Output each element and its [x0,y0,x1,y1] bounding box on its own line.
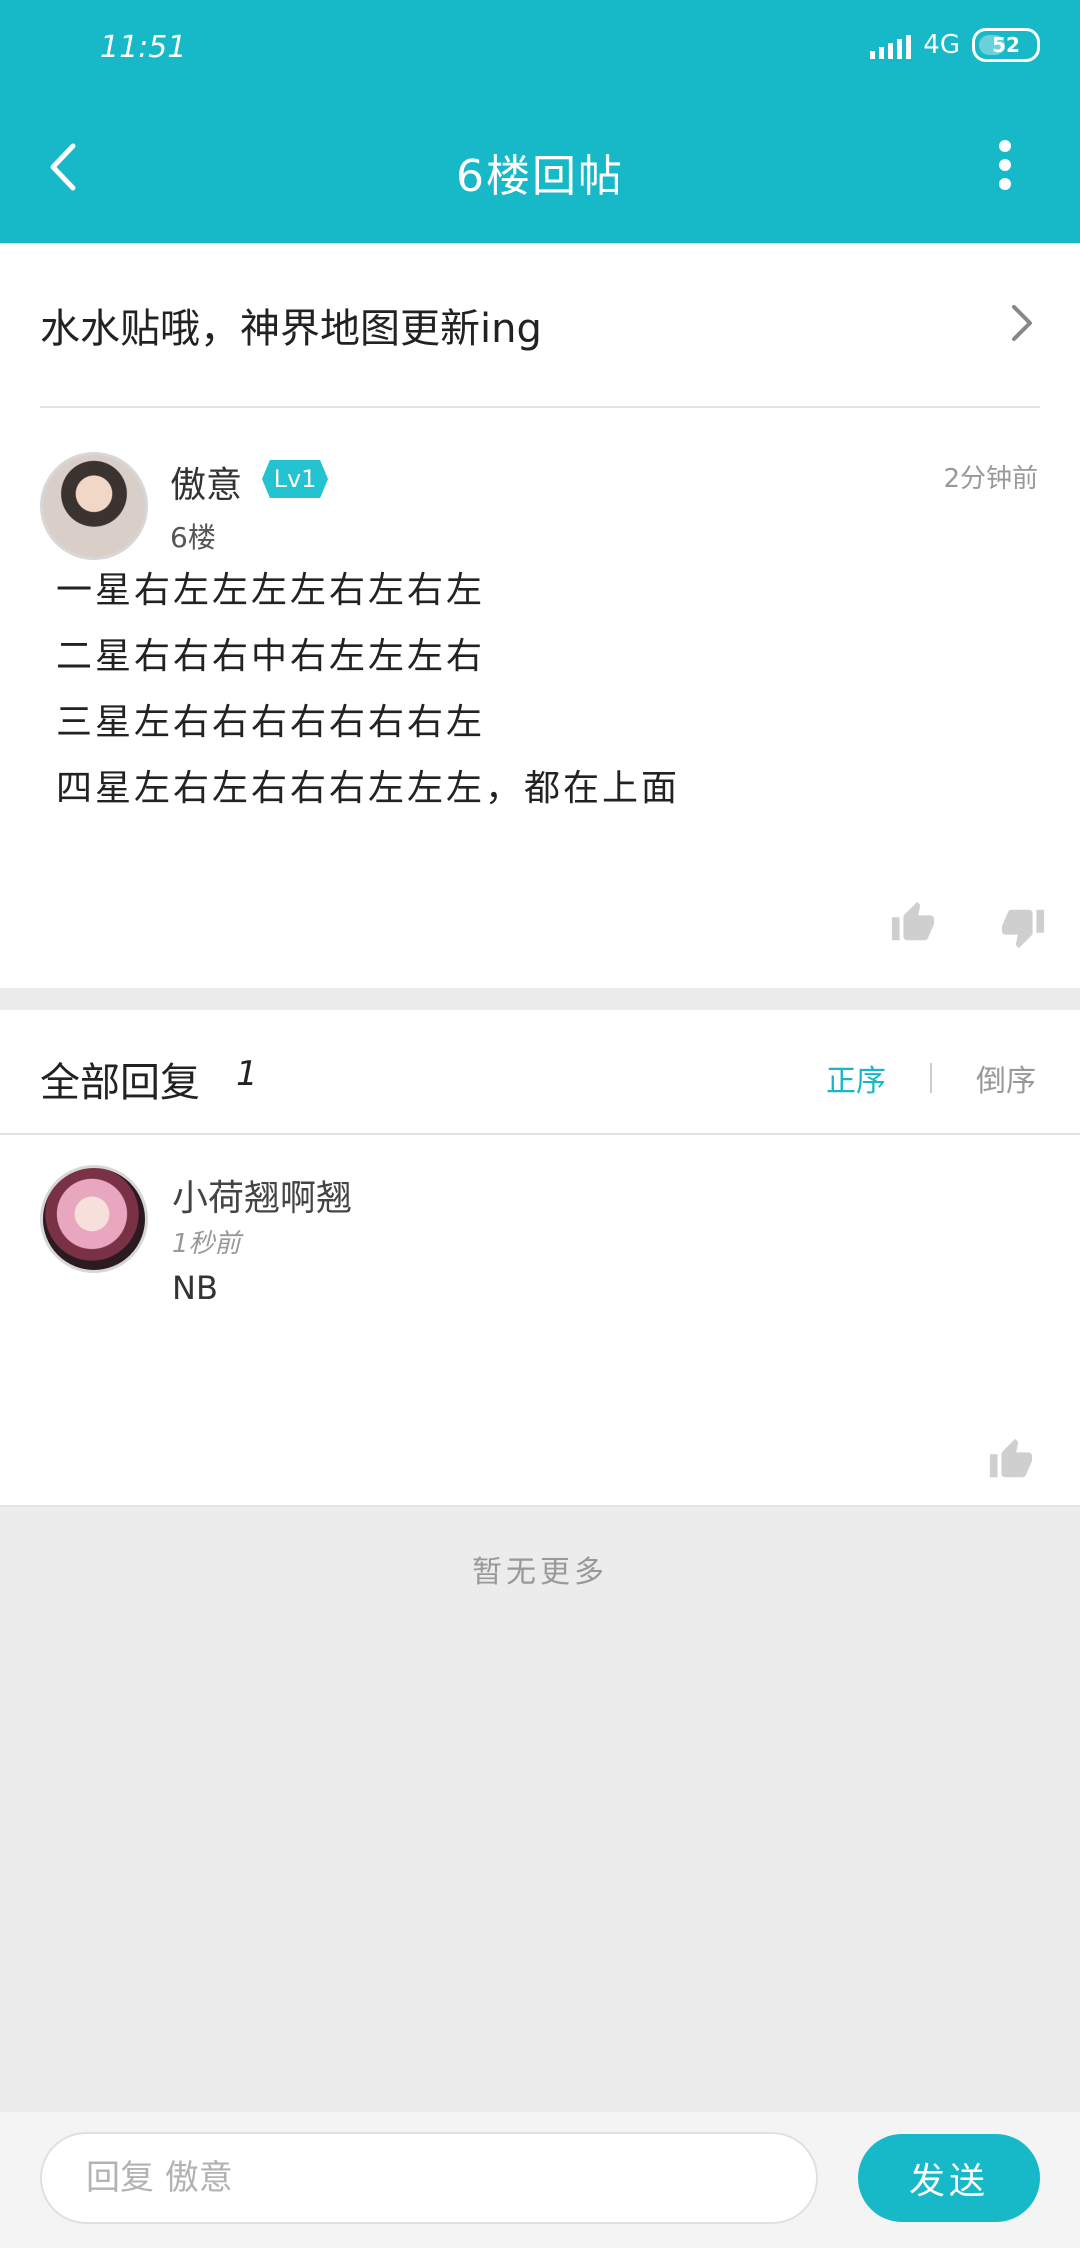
sort-divider [930,1063,932,1093]
app-header: 11:51 4G 52 6楼回帖 [0,0,1080,243]
thread-link[interactable]: 水水贴哦，神界地图更新ing [40,243,1040,408]
reply-bar: 发送 [0,2112,1080,2248]
status-indicators: 4G 52 [870,28,1040,62]
thread-section: 水水贴哦，神界地图更新ing 傲意 Lv1 6楼 2分钟前 一星右左左左左右左右… [0,243,1080,988]
replies-header: 全部回复 1 正序 倒序 [0,1010,1080,1135]
reply-input[interactable] [40,2132,818,2224]
floor-post: 傲意 Lv1 6楼 2分钟前 一星右左左左左右左右左 二星右右右中右左左左右 三… [0,408,1080,988]
post-line: 二星右右右中右左左左右 [56,636,486,677]
post-username[interactable]: 傲意 [170,456,242,508]
page-title: 6楼回帖 [456,151,624,202]
network-type: 4G [923,30,960,60]
thumb-up-icon[interactable] [890,900,936,946]
sort-toggle: 正序 倒序 [826,1056,1036,1100]
page: 11:51 4G 52 6楼回帖 水水贴哦，神界地图更新ing 傲意 Lv1 6… [0,0,1080,2248]
thumb-up-icon[interactable] [988,1437,1034,1483]
signal-icon [870,31,912,59]
level-badge: Lv1 [262,460,328,498]
avatar[interactable] [40,1165,148,1273]
section-gap [0,988,1080,1010]
status-time: 11:51 [100,30,187,65]
replies-section: 全部回复 1 正序 倒序 小荷翘啊翘 1秒前 NB [0,1010,1080,1507]
battery-level: 52 [992,33,1020,57]
replies-label: 全部回复 [40,1060,200,1106]
sort-asc-button[interactable]: 正序 [826,1056,886,1100]
reply-username[interactable]: 小荷翘啊翘 [172,1169,352,1221]
post-body: 一星右左左左左右左右左 二星右右右中右左左左右 三星左右右右右右右右左 四星左右… [56,558,680,822]
reply-text: NB [172,1269,218,1307]
thumb-down-icon[interactable] [1000,904,1046,950]
chevron-right-icon [1012,305,1032,341]
floor-number: 6楼 [170,521,216,554]
send-button[interactable]: 发送 [858,2134,1040,2222]
post-line: 三星左右右右右右右右左 [56,702,486,743]
battery-icon: 52 [972,28,1040,62]
reply-time: 1秒前 [172,1229,241,1259]
more-options-button[interactable] [990,140,1020,190]
replies-count: 1 [236,1054,258,1094]
content: 水水贴哦，神界地图更新ing 傲意 Lv1 6楼 2分钟前 一星右左左左左右左右… [0,243,1080,1591]
no-more-text: 暂无更多 [472,1555,608,1590]
sort-desc-button[interactable]: 倒序 [976,1056,1036,1100]
thread-title: 水水贴哦，神界地图更新ing [40,305,542,352]
more-vert-icon [999,140,1011,152]
list-item: 小荷翘啊翘 1秒前 NB [0,1135,1080,1507]
post-line: 四星左右左右右右左左左，都在上面 [56,768,681,809]
avatar[interactable] [40,452,148,560]
post-time: 2分钟前 [943,464,1038,494]
post-line: 一星右左左左左右左右左 [56,570,486,611]
